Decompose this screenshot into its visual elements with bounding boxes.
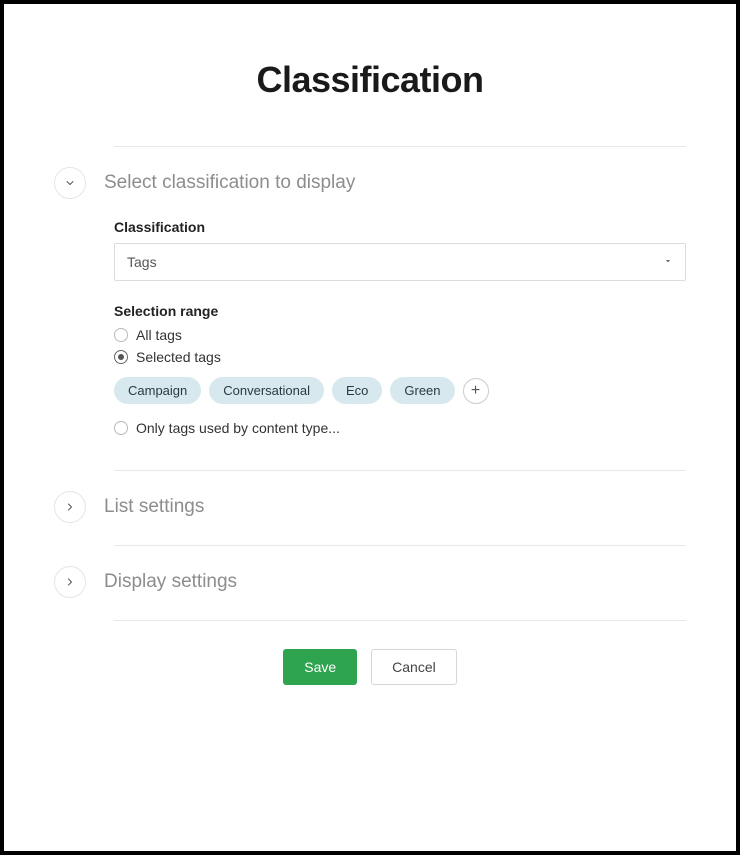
toggle-circle	[54, 491, 86, 523]
plus-icon: +	[471, 382, 480, 400]
radio-all-tags[interactable]: All tags	[114, 327, 686, 343]
chevron-down-icon	[64, 177, 76, 189]
toggle-circle	[54, 167, 86, 199]
label-classification: Classification	[114, 219, 686, 235]
section-header-display-settings[interactable]: Display settings	[54, 566, 686, 598]
label-selection-range: Selection range	[114, 303, 686, 319]
selected-tags-row: Campaign Conversational Eco Green +	[114, 377, 686, 404]
radio-label: Only tags used by content type...	[136, 420, 340, 436]
radio-label: All tags	[136, 327, 182, 343]
radio-only-content-type[interactable]: Only tags used by content type...	[114, 420, 686, 436]
radio-icon	[114, 350, 128, 364]
page-title: Classification	[54, 59, 686, 101]
divider	[114, 620, 686, 621]
section-classification: Select classification to display Classif…	[54, 167, 686, 471]
tag-pill[interactable]: Green	[390, 377, 454, 404]
tag-pill[interactable]: Campaign	[114, 377, 201, 404]
radio-icon	[114, 328, 128, 342]
chevron-right-icon	[64, 576, 76, 588]
divider	[114, 545, 686, 546]
footer: Save Cancel	[54, 649, 686, 685]
tag-pill[interactable]: Eco	[332, 377, 382, 404]
section-header-classification[interactable]: Select classification to display	[54, 167, 686, 199]
tag-pill[interactable]: Conversational	[209, 377, 324, 404]
section-title: Select classification to display	[104, 172, 355, 194]
divider	[114, 470, 686, 471]
select-value: Tags	[127, 254, 157, 270]
section-title: Display settings	[104, 571, 237, 593]
cancel-button[interactable]: Cancel	[371, 649, 457, 685]
save-button[interactable]: Save	[283, 649, 357, 685]
toggle-circle	[54, 566, 86, 598]
add-tag-button[interactable]: +	[463, 378, 489, 404]
chevron-right-icon	[64, 501, 76, 513]
section-display-settings: Display settings	[54, 566, 686, 621]
radio-label: Selected tags	[136, 349, 221, 365]
divider	[114, 146, 686, 147]
select-classification[interactable]: Tags	[114, 243, 686, 281]
section-header-list-settings[interactable]: List settings	[54, 491, 686, 523]
radio-selected-tags[interactable]: Selected tags	[114, 349, 686, 365]
section-list-settings: List settings	[54, 491, 686, 546]
radio-icon	[114, 421, 128, 435]
section-body-classification: Classification Tags Selection range All …	[114, 219, 686, 470]
radio-dot-icon	[118, 354, 124, 360]
caret-down-icon	[663, 253, 673, 271]
section-title: List settings	[104, 496, 204, 518]
